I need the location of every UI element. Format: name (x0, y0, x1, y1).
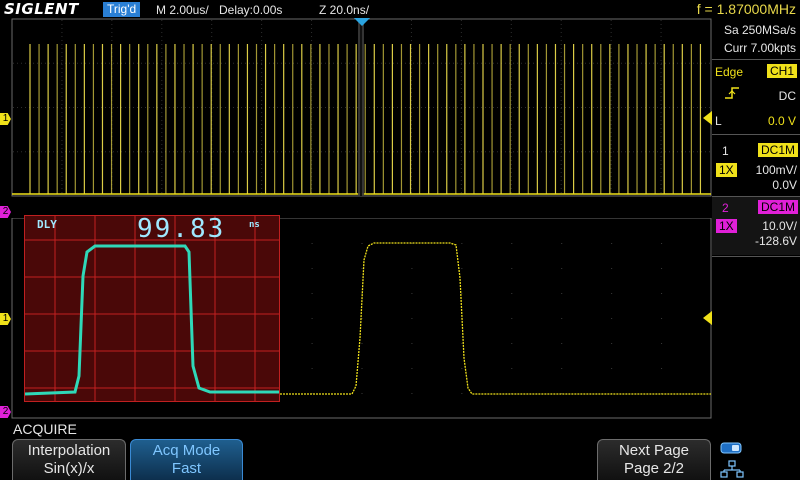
menu-title: ACQUIRE (13, 421, 77, 437)
next-page-softkey[interactable]: Next Page Page 2/2 (597, 439, 711, 480)
trigger-source[interactable]: CH1 (766, 64, 797, 78)
next-page-value: Page 2/2 (623, 460, 685, 477)
ch2-offset-marker[interactable]: 2 (0, 206, 11, 218)
trigger-level[interactable]: 0.0 V (768, 114, 796, 128)
frequency-counter: f = 1.87000MHz (696, 1, 796, 17)
ch2-offset[interactable]: -128.6V (755, 234, 797, 248)
status-bar: SIGLENT Trig'd M 2.00us/ Delay:0.00s Z 2… (0, 0, 800, 20)
ch1-number: 1 (722, 144, 729, 158)
trigger-level-mode: L (715, 114, 722, 128)
acq-mode-softkey[interactable]: Acq Mode Fast (130, 439, 243, 480)
sample-rate: Sa 250MSa/s (723, 23, 796, 37)
next-page-label: Next Page (618, 442, 690, 459)
siglent-logo: SIGLENT (4, 0, 79, 18)
acq-mode-label: Acq Mode (152, 442, 221, 459)
inset-dly-value: 99.83 (137, 215, 226, 244)
interpolation-label: Interpolation (27, 442, 111, 459)
trigger-status-badge[interactable]: Trig'd (103, 2, 141, 17)
trigger-coupling[interactable]: DC (779, 89, 796, 103)
ch1-info-block[interactable]: 1 DC1M 1X 100mV/ 0.0V (712, 136, 800, 196)
rising-edge-icon (725, 87, 739, 99)
ch2-probe[interactable]: 1X (716, 219, 737, 233)
inset-dly-label: DLY (37, 218, 57, 231)
interpolation-value: Sin(x)/x (43, 460, 95, 477)
trigger-position-marker[interactable] (353, 17, 371, 27)
delay-readout[interactable]: Delay:0.00s (219, 3, 282, 17)
right-info-panel: Sa 250MSa/s Curr 7.00kpts Edge CH1 DC L … (712, 20, 800, 438)
ch2-info-block[interactable]: 2 DC1M 1X 10.0V/ -128.6V (712, 197, 800, 255)
ch1-coupling[interactable]: DC1M (757, 143, 798, 157)
main-waveform-window[interactable] (0, 18, 712, 198)
delay-inset-image: DLY 99.83 ns (24, 215, 280, 402)
zoom-timebase-readout[interactable]: Z 20.0ns/ (319, 3, 369, 17)
timebase-readout[interactable]: M 2.00us/ (156, 3, 209, 17)
ch1-offset[interactable]: 0.0V (772, 178, 797, 192)
memory-depth: Curr 7.00kpts (723, 41, 796, 55)
inset-dly-unit: ns (249, 220, 260, 230)
ch2-scale[interactable]: 10.0V/ (762, 219, 797, 233)
network-icon (720, 460, 744, 478)
ch1-probe[interactable]: 1X (716, 163, 737, 177)
toggle-icon (720, 442, 742, 454)
ch2-coupling[interactable]: DC1M (757, 200, 798, 214)
ch1-scale[interactable]: 100mV/ (756, 163, 797, 177)
trigger-type[interactable]: Edge (715, 65, 743, 79)
acq-mode-value: Fast (171, 460, 202, 477)
ch2-number: 2 (722, 201, 729, 215)
interpolation-softkey[interactable]: Interpolation Sin(x)/x (12, 439, 126, 480)
